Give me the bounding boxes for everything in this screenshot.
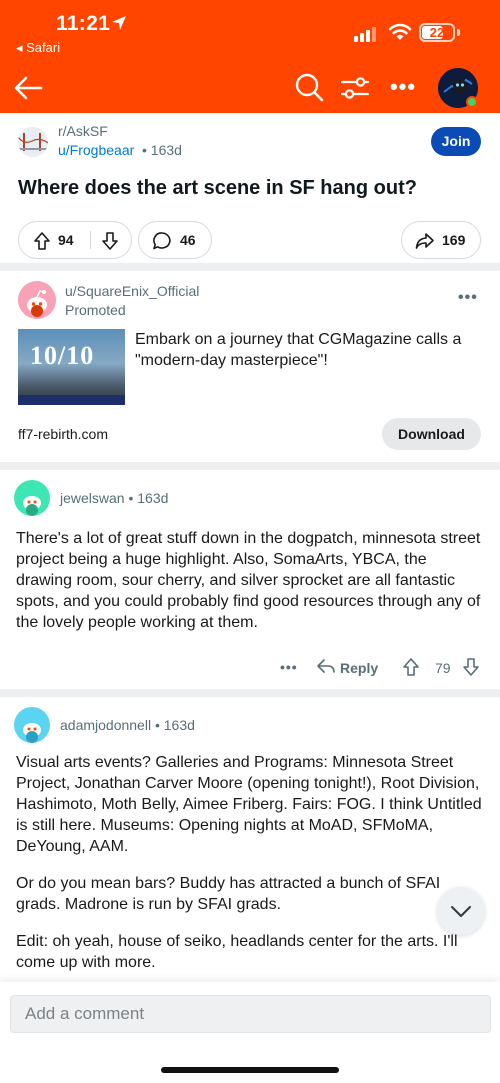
comment-bubble-icon — [153, 232, 171, 250]
post-title: Where does the art scene in SF hang out? — [18, 177, 417, 199]
ad-domain[interactable]: ff7-rebirth.com — [18, 426, 108, 442]
subreddit-avatar[interactable] — [18, 127, 48, 157]
cellular-signal-icon — [354, 26, 380, 42]
comment-more-icon[interactable]: ••• — [280, 655, 298, 679]
vote-divider — [90, 231, 91, 249]
comment-paragraph: Or do you mean bars? Buddy has attracted… — [16, 875, 441, 913]
advertiser-avatar[interactable] — [18, 281, 56, 319]
more-options-icon[interactable]: ••• — [388, 75, 418, 99]
scroll-next-button[interactable] — [437, 887, 485, 935]
share-arrow-icon — [415, 233, 434, 249]
back-arrow-icon[interactable] — [12, 72, 44, 104]
comment: jewelswan • 163d There's a lot of great … — [0, 470, 500, 680]
comment-author-name[interactable]: jewelswan — [60, 490, 125, 506]
snoo-avatar-icon — [23, 723, 41, 743]
upvote-count: 94 — [58, 232, 74, 248]
join-button[interactable]: Join — [431, 127, 481, 156]
commenter-avatar[interactable] — [14, 480, 50, 516]
reply-arrow-icon[interactable] — [316, 657, 336, 675]
golden-gate-bridge-icon — [18, 127, 48, 157]
reply-button[interactable]: Reply — [340, 655, 378, 681]
promoted-post[interactable]: u/SquareEnix_Official Promoted ••• 10/10… — [0, 271, 500, 462]
battery-level: 22 — [429, 25, 445, 40]
ad-image-score: 10/10 — [30, 341, 95, 370]
back-to-safari-link[interactable]: ◂ Safari — [16, 40, 60, 56]
share-button[interactable]: 169 — [401, 221, 481, 259]
post-header: r/AskSF u/Frogbeaar • 163d Join Where do… — [0, 113, 500, 263]
post-author-link[interactable]: u/Frogbeaar — [58, 142, 134, 158]
section-divider — [0, 263, 500, 271]
snoo-avatar-icon — [18, 281, 56, 319]
comment-composer — [0, 982, 500, 1083]
section-divider — [0, 689, 500, 697]
upvote-icon[interactable] — [33, 231, 51, 251]
advertiser-name[interactable]: u/SquareEnix_Official — [65, 283, 199, 299]
home-indicator[interactable] — [161, 1067, 339, 1073]
comment-count: 46 — [180, 232, 196, 248]
location-arrow-icon — [112, 16, 126, 30]
comment-author-name[interactable]: adamjodonnell — [60, 717, 151, 733]
comment-author[interactable]: jewelswan • 163d — [60, 490, 168, 506]
comment-actions: ••• Reply 79 — [0, 655, 500, 681]
vote-control: 94 — [18, 221, 132, 259]
comment-score: 79 — [435, 660, 451, 676]
comment-paragraph: Visual arts events? Galleries and Progra… — [16, 754, 482, 855]
status-bar: 11:21 ◂ Safari 22 — [0, 0, 500, 60]
download-button[interactable]: Download — [382, 418, 481, 450]
ad-more-options-icon[interactable]: ••• — [458, 289, 478, 307]
commenter-avatar[interactable] — [14, 707, 50, 743]
status-time: 11:21 — [56, 12, 111, 35]
upvote-icon[interactable] — [402, 657, 420, 677]
online-status-dot — [466, 96, 478, 108]
comment: adamjodonnell • 163d Visual arts events?… — [0, 697, 500, 987]
share-count: 169 — [442, 232, 466, 248]
ad-thumbnail[interactable]: 10/10 — [18, 329, 125, 405]
comment-paragraph: Edit: oh yeah, house of seiko, headlands… — [16, 933, 458, 971]
app-header: 11:21 ◂ Safari 22 ••• — [0, 0, 500, 113]
ad-headline[interactable]: Embark on a journey that CGMagazine call… — [135, 329, 485, 371]
wifi-icon — [388, 23, 412, 40]
post-age: • 163d — [142, 142, 182, 158]
promoted-label: Promoted — [65, 302, 126, 318]
filter-icon[interactable] — [340, 74, 370, 102]
comments-button[interactable]: 46 — [138, 221, 212, 259]
downvote-icon[interactable] — [462, 657, 480, 677]
comment-author[interactable]: adamjodonnell • 163d — [60, 717, 195, 733]
comment-age: • 163d — [154, 717, 195, 733]
downvote-icon[interactable] — [101, 231, 119, 251]
subreddit-name[interactable]: r/AskSF — [58, 123, 108, 139]
comment-body: There's a lot of great stuff down in the… — [16, 530, 481, 631]
chevron-down-icon — [451, 906, 471, 917]
battery-indicator: 22 — [419, 23, 455, 42]
snoo-avatar-icon — [23, 496, 41, 516]
add-comment-input[interactable] — [10, 995, 491, 1033]
search-icon[interactable] — [294, 72, 324, 102]
section-divider — [0, 462, 500, 470]
comment-age: • 163d — [128, 490, 169, 506]
